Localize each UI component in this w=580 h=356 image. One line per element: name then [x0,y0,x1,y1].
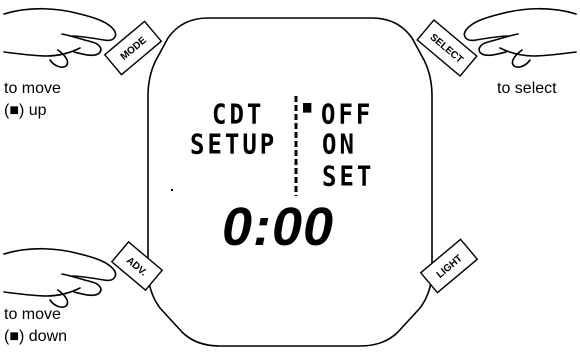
display-cursor: ■ [303,98,315,117]
watch-face [147,17,433,347]
light-button[interactable]: LIGHT [419,238,479,294]
display-option-set: SET [322,160,375,193]
caption-select: to select [497,80,557,97]
display-title-line1: CDT [212,98,265,131]
display-time: 0:00 [222,197,335,257]
pointing-hand-icon [3,7,117,68]
adv-button[interactable]: ADV. [110,240,164,292]
caption-move-up: to move (■) up [4,80,61,119]
display-dot [171,189,173,191]
display-option-on: ON [322,128,357,161]
pointing-hand-icon [3,247,117,308]
display-title-line2: SETUP [190,128,278,161]
caption-move-down: to move (■) down [4,306,68,345]
pointing-hand-icon [463,7,577,68]
watch-diagram: MODE SELECT ADV. LIGHT [3,7,577,347]
display-option-off: OFF [321,98,374,131]
